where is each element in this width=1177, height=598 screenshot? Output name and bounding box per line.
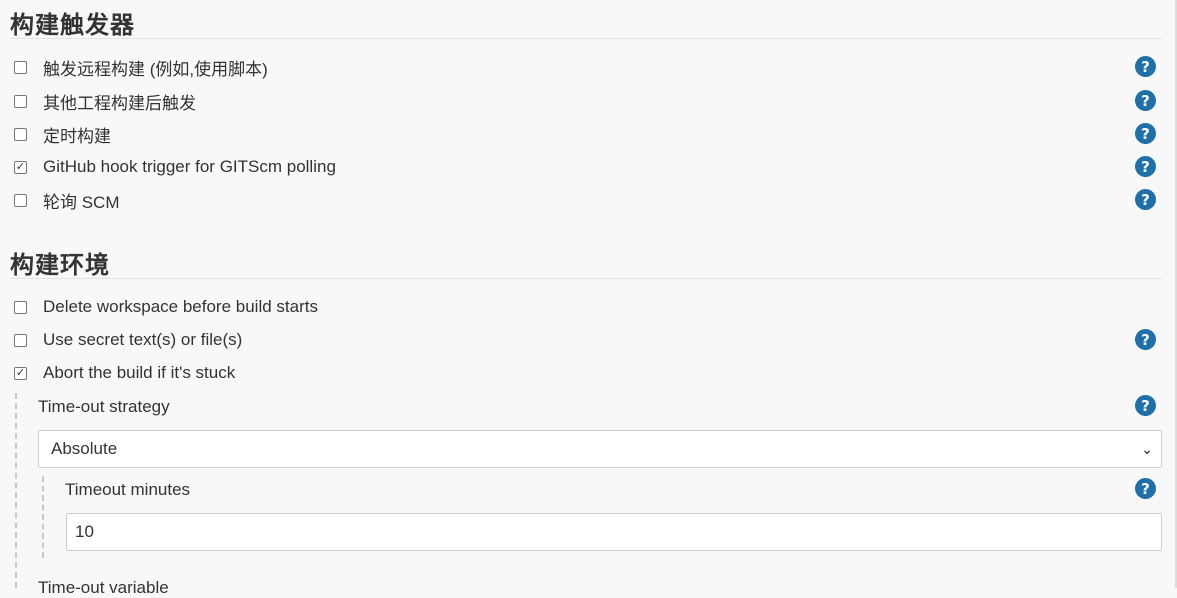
trigger-periodic-row[interactable]: 定时构建 — [14, 122, 111, 146]
trigger-poll-scm-checkbox[interactable] — [14, 193, 27, 207]
trigger-github-hook-checkbox[interactable]: ✓ — [14, 160, 27, 174]
help-icon[interactable]: ? — [1135, 189, 1156, 210]
section-divider — [10, 278, 1162, 279]
trigger-after-other-row[interactable]: 其他工程构建后触发 — [14, 89, 196, 113]
section-title-build-env: 构建环境 — [10, 251, 110, 279]
env-secret-text-row[interactable]: Use secret text(s) or file(s) — [14, 328, 242, 352]
nested-config-guide — [15, 393, 17, 588]
trigger-github-hook-row[interactable]: ✓ GitHub hook trigger for GITScm polling — [14, 155, 336, 179]
env-secret-text-label[interactable]: Use secret text(s) or file(s) — [43, 330, 242, 350]
env-abort-stuck-row[interactable]: ✓ Abort the build if it's stuck — [14, 361, 235, 385]
trigger-after-other-label[interactable]: 其他工程构建后触发 — [43, 89, 196, 114]
timeout-minutes-value: 10 — [75, 522, 94, 541]
trigger-poll-scm-label[interactable]: 轮询 SCM — [43, 188, 120, 213]
timeout-minutes-label: Timeout minutes — [65, 480, 191, 499]
timeout-minutes-input[interactable]: 10 — [66, 513, 1162, 551]
env-abort-stuck-checkbox[interactable]: ✓ — [14, 366, 27, 380]
help-icon[interactable]: ? — [1135, 56, 1156, 77]
trigger-periodic-checkbox[interactable] — [14, 127, 27, 141]
trigger-after-other-checkbox[interactable] — [14, 94, 27, 108]
trigger-remote-row[interactable]: 触发远程构建 (例如,使用脚本) — [14, 55, 268, 79]
help-icon[interactable]: ? — [1135, 395, 1156, 416]
env-delete-workspace-label[interactable]: Delete workspace before build starts — [43, 297, 318, 317]
nested-strategy-guide — [42, 476, 44, 558]
trigger-github-hook-label[interactable]: GitHub hook trigger for GITScm polling — [43, 157, 336, 177]
help-icon[interactable]: ? — [1135, 156, 1156, 177]
chevron-down-icon: ⌄ — [1141, 441, 1153, 457]
trigger-remote-checkbox[interactable] — [14, 60, 27, 74]
env-delete-workspace-checkbox[interactable] — [14, 300, 27, 314]
trigger-remote-label[interactable]: 触发远程构建 (例如,使用脚本) — [43, 55, 268, 80]
help-icon[interactable]: ? — [1135, 90, 1156, 111]
timeout-strategy-label: Time-out strategy — [38, 397, 170, 416]
trigger-periodic-label[interactable]: 定时构建 — [43, 122, 111, 147]
help-icon[interactable]: ? — [1135, 123, 1156, 144]
env-delete-workspace-row[interactable]: Delete workspace before build starts — [14, 295, 318, 319]
timeout-strategy-selected: Absolute — [51, 439, 118, 458]
timeout-strategy-select[interactable]: Absolute ⌄ — [38, 430, 1162, 468]
timeout-variable-label: Time-out variable — [38, 578, 169, 597]
section-title-build-triggers: 构建触发器 — [10, 11, 135, 39]
section-divider — [10, 38, 1162, 39]
trigger-poll-scm-row[interactable]: 轮询 SCM — [14, 188, 120, 212]
help-icon[interactable]: ? — [1135, 329, 1156, 350]
help-icon[interactable]: ? — [1135, 478, 1156, 499]
env-secret-text-checkbox[interactable] — [14, 333, 27, 347]
env-abort-stuck-label[interactable]: Abort the build if it's stuck — [43, 363, 235, 383]
